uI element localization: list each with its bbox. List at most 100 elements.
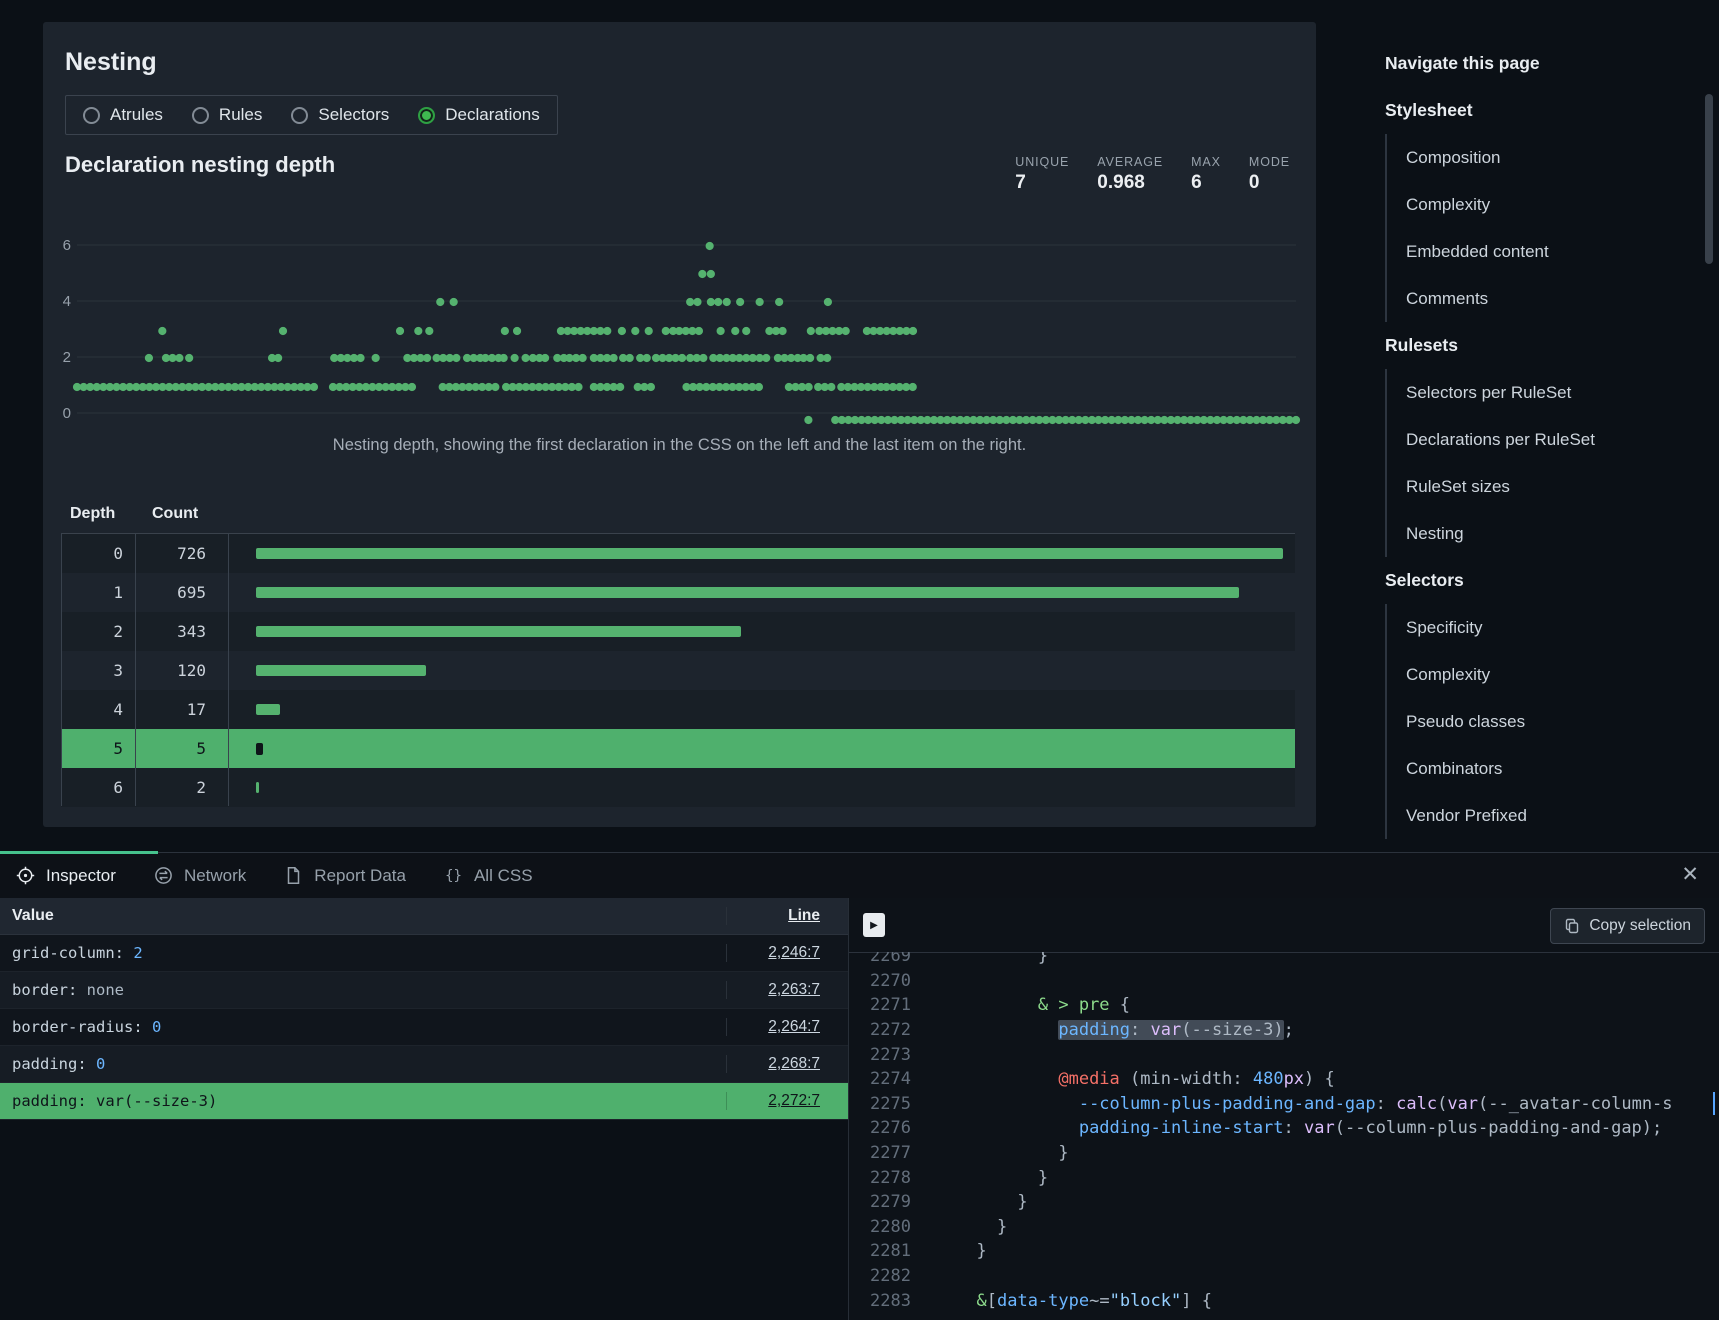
value-table-header: Value Line <box>0 898 848 935</box>
code-token: } <box>956 1192 1028 1212</box>
radio-option-rules[interactable]: Rules <box>192 105 262 125</box>
tab-network[interactable]: Network <box>154 866 246 886</box>
line-number: 2280 <box>849 1217 911 1237</box>
copy-selection-button[interactable]: Copy selection <box>1550 908 1705 944</box>
page-nav-item-nesting[interactable]: Nesting <box>1387 510 1715 557</box>
page-nav-item-pseudo-classes[interactable]: Pseudo classes <box>1387 698 1715 745</box>
code-token: ( <box>1437 1094 1447 1114</box>
token: 2 <box>133 944 142 962</box>
line-link[interactable]: 2,246:7 <box>768 944 820 961</box>
radio-option-declarations[interactable]: Declarations <box>418 105 540 125</box>
line-link-cell: 2,272:7 <box>726 1092 848 1110</box>
bar-cell <box>228 548 1295 559</box>
code-token: ~= <box>1089 1291 1109 1311</box>
code-line: 2274 @media (min-width: 480px) { <box>849 1067 1719 1092</box>
code-token: { <box>1110 995 1130 1015</box>
network-icon <box>154 866 173 885</box>
page-nav-item-declarations-per-ruleset[interactable]: Declarations per RuleSet <box>1387 416 1715 463</box>
tab-all-css[interactable]: {}All CSS <box>444 866 533 886</box>
value-line-table: Value Line grid-column: 2 2,246:7 border: … <box>0 898 848 1120</box>
code-token <box>956 995 1038 1015</box>
line-link[interactable]: 2,268:7 <box>768 1055 820 1072</box>
code-line: 2278 } <box>849 1165 1719 1190</box>
scrollbar-thumb[interactable] <box>1705 94 1713 264</box>
count-bar <box>256 782 259 793</box>
tab-inspector[interactable]: Inspector <box>16 866 116 886</box>
line-column-header[interactable]: Line <box>726 907 848 925</box>
depth-table-row[interactable]: 417 <box>61 690 1295 729</box>
declaration-row[interactable]: grid-column: 2 2,246:7 <box>0 935 848 972</box>
declaration-row[interactable]: padding: 0 2,268:7 <box>0 1046 848 1083</box>
page-nav-item-complexity[interactable]: Complexity <box>1387 651 1715 698</box>
stat-value: 6 <box>1191 172 1221 194</box>
declaration-value: grid-column: 2 <box>0 944 726 962</box>
tab-report-data[interactable]: Report Data <box>284 866 406 886</box>
code-token: --column-plus-padding-and-gap <box>1079 1094 1376 1114</box>
page-nav-item-ruleset-sizes[interactable]: RuleSet sizes <box>1387 463 1715 510</box>
line-number: 2270 <box>849 971 911 991</box>
depth-table-row[interactable]: 3120 <box>61 651 1295 690</box>
code-viewer[interactable]: 2269 }22702271 & > pre {2272 padding: va… <box>849 952 1719 1320</box>
radio-option-selectors[interactable]: Selectors <box>291 105 389 125</box>
depth-table-row[interactable]: 62 <box>61 768 1295 807</box>
count-cell: 2 <box>135 778 228 797</box>
code-text: } <box>956 1168 1048 1188</box>
code-text: } <box>956 1217 1007 1237</box>
code-panel-toolbar: ▶ Copy selection <box>849 898 1719 953</box>
code-token: 480 <box>1253 1069 1284 1089</box>
depth-table-row[interactable]: 0726 <box>61 534 1295 573</box>
page-nav-item-comments[interactable]: Comments <box>1387 275 1715 322</box>
page-nav-item-combinators[interactable]: Combinators <box>1387 745 1715 792</box>
depth-table-row[interactable]: 1695 <box>61 573 1295 612</box>
page-nav-item-complexity[interactable]: Complexity <box>1387 181 1715 228</box>
code-line: 2277 } <box>849 1141 1719 1166</box>
page-title: Nesting <box>65 48 157 77</box>
declaration-row[interactable]: border: none2,263:7 <box>0 972 848 1009</box>
page: Nesting Atrules Rules Selectors Declaration… <box>0 0 1719 1320</box>
close-icon[interactable]: ✕ <box>1681 862 1699 888</box>
line-link-cell: 2,263:7 <box>726 981 848 999</box>
declaration-value: padding: 0 <box>0 1055 726 1073</box>
depth-table-row[interactable]: 2343 <box>61 612 1295 651</box>
page-nav-group: SpecificityComplexityPseudo classesCombi… <box>1385 604 1715 839</box>
nesting-type-radio-group: Atrules Rules Selectors Declarations <box>65 95 558 135</box>
code-token: } <box>956 1168 1048 1188</box>
count-bar <box>256 626 741 637</box>
line-number: 2275 <box>849 1094 911 1114</box>
tab-label: Network <box>184 866 246 886</box>
line-link[interactable]: 2,272:7 <box>768 1092 820 1109</box>
line-number: 2276 <box>849 1118 911 1138</box>
declaration-value: padding: var(--size-3) <box>0 1092 726 1110</box>
code-token: "block" <box>1110 1291 1182 1311</box>
radio-circle <box>291 107 308 124</box>
declaration-row[interactable]: padding: var(--size-3) 2,272:7 <box>0 1083 848 1120</box>
count-bar <box>256 587 1239 598</box>
count-column-header: Count <box>135 505 228 523</box>
count-bar <box>256 743 263 755</box>
code-token: ); <box>1642 1118 1662 1138</box>
bar-cell <box>228 743 1295 755</box>
line-link[interactable]: 2,263:7 <box>768 981 820 998</box>
line-number: 2273 <box>849 1045 911 1065</box>
line-link[interactable]: 2,264:7 <box>768 1018 820 1035</box>
panel-expand-icon[interactable]: ▶ <box>863 913 885 937</box>
page-nav-item-embedded-content[interactable]: Embedded content <box>1387 228 1715 275</box>
declaration-row[interactable]: border-radius: 02,264:7 <box>0 1009 848 1046</box>
page-nav-item-vendor-prefixed[interactable]: Vendor Prefixed <box>1387 792 1715 839</box>
depth-table-row[interactable]: 55 <box>61 729 1295 768</box>
bar-cell <box>228 665 1295 676</box>
radio-circle <box>192 107 209 124</box>
inspector-tab-bar: Inspector Network Report Data {}All CSS ✕ <box>0 852 1719 898</box>
code-token: ; <box>1284 1020 1294 1040</box>
page-nav-item-selectors-per-ruleset[interactable]: Selectors per RuleSet <box>1387 369 1715 416</box>
page-nav-item-composition[interactable]: Composition <box>1387 134 1715 181</box>
bar-cell <box>228 626 1295 637</box>
code-token <box>956 1069 1058 1089</box>
code-token: padding-inline-start <box>1079 1118 1284 1138</box>
code-line: 2283 &[data-type~="block"] { <box>849 1288 1719 1313</box>
radio-option-atrules[interactable]: Atrules <box>83 105 163 125</box>
token: : <box>115 944 134 962</box>
radio-circle <box>83 107 100 124</box>
page-nav-item-specificity[interactable]: Specificity <box>1387 604 1715 651</box>
depth-count-table: Depth Count 07261695234331204175562 <box>61 494 1295 807</box>
